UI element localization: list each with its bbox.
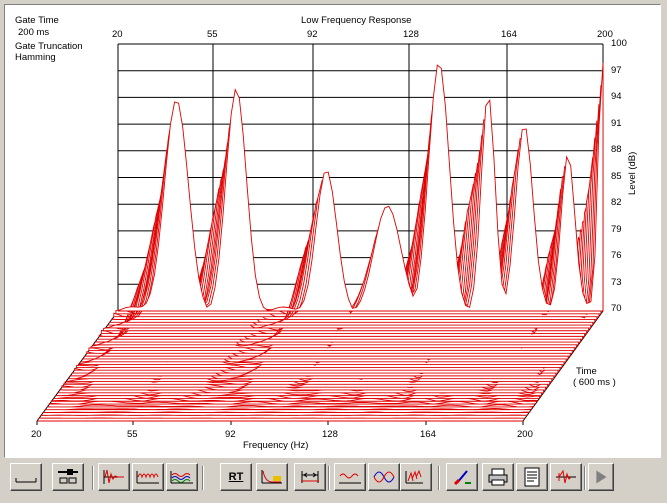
sine-wave-icon bbox=[373, 471, 395, 483]
toolbar: RT bbox=[4, 460, 663, 500]
level-tick-label: 94 bbox=[611, 91, 622, 102]
top-frequency-tick-label: 128 bbox=[403, 29, 419, 40]
top-frequency-tick-label: 20 bbox=[112, 29, 123, 40]
bottom-frequency-tick-label: 55 bbox=[127, 429, 138, 440]
multi-response-button[interactable] bbox=[166, 463, 198, 491]
bottom-frequency-tick-label: 92 bbox=[225, 429, 236, 440]
waterfall-plot bbox=[36, 43, 604, 425]
bottom-frequency-tick-label: 164 bbox=[420, 429, 436, 440]
speaker-icon bbox=[556, 469, 576, 484]
gate-time-label: Gate Time bbox=[15, 15, 59, 26]
decay-icon bbox=[261, 470, 282, 484]
palette-icon bbox=[453, 470, 471, 486]
level-tick-label: 100 bbox=[611, 38, 627, 49]
gate-marker-icon bbox=[301, 471, 319, 483]
time-axis-value: ( 600 ms ) bbox=[573, 377, 616, 388]
toolbar-separator bbox=[584, 466, 586, 490]
level-axis-label: Level (dB) bbox=[627, 151, 638, 195]
gate-truncation-value: Hamming bbox=[15, 52, 56, 63]
toolbar-separator bbox=[438, 466, 440, 490]
top-frequency-tick-label: 55 bbox=[207, 29, 218, 40]
waterfall-slice bbox=[44, 408, 532, 411]
waterfall-slice bbox=[46, 404, 534, 408]
level-tick-label: 88 bbox=[611, 144, 622, 155]
play-arrow-icon bbox=[596, 470, 607, 484]
bottom-frequency-tick-label: 20 bbox=[31, 429, 42, 440]
report-button[interactable] bbox=[516, 463, 548, 491]
level-tick-label: 91 bbox=[611, 117, 622, 129]
level-tick-label: 97 bbox=[611, 64, 622, 76]
frequency-axis-label: Frequency (Hz) bbox=[243, 440, 309, 451]
level-tick-label: 79 bbox=[611, 223, 622, 235]
waterfall-slices bbox=[37, 62, 604, 422]
gate-truncation-label: Gate Truncation bbox=[15, 41, 83, 52]
time-axis-label: Time bbox=[576, 366, 597, 377]
gate-time-value: 200 ms bbox=[18, 27, 50, 38]
top-frequency-tick-label: 164 bbox=[501, 29, 517, 40]
level-tick-label: 82 bbox=[611, 197, 622, 208]
document-icon bbox=[524, 467, 540, 487]
gate-marker-button[interactable] bbox=[294, 463, 326, 491]
frequency-response-icon bbox=[136, 471, 159, 484]
toolbar-separator bbox=[202, 466, 204, 490]
bottom-frequency-tick-label: 200 bbox=[517, 429, 533, 440]
response-curve-icon bbox=[339, 473, 361, 484]
level-tick-label: 70 bbox=[611, 303, 622, 314]
chart-title: Low Frequency Response bbox=[301, 15, 412, 26]
level-tick-label: 76 bbox=[611, 250, 622, 261]
slider-icon bbox=[58, 469, 78, 484]
decay-button[interactable] bbox=[256, 463, 288, 491]
rt-button[interactable]: RT bbox=[220, 463, 252, 491]
frequency-response-button[interactable] bbox=[132, 463, 164, 491]
baseline-button[interactable] bbox=[10, 463, 42, 491]
rt-button-label: RT bbox=[228, 471, 244, 483]
level-tick-label: 85 bbox=[611, 170, 622, 182]
waterfall-icon bbox=[405, 469, 423, 484]
toolbar-separator bbox=[92, 466, 94, 490]
print-button[interactable] bbox=[482, 463, 514, 491]
sine-wave-button[interactable] bbox=[368, 463, 400, 491]
bottom-frequency-tick-label: 128 bbox=[322, 429, 338, 440]
top-frequency-tick-label: 92 bbox=[307, 29, 318, 40]
impulse-button[interactable] bbox=[98, 463, 130, 491]
level-tick-label: 73 bbox=[611, 276, 622, 288]
impulse-icon bbox=[103, 469, 124, 484]
color-palette-button[interactable] bbox=[446, 463, 478, 491]
baseline-icon bbox=[15, 478, 37, 483]
waterfall-button[interactable] bbox=[400, 463, 432, 491]
next-button[interactable] bbox=[588, 463, 614, 491]
waterfall-slice bbox=[117, 62, 604, 312]
multi-response-icon bbox=[170, 471, 193, 484]
slider-settings-button[interactable] bbox=[52, 463, 84, 491]
waterfall-slice bbox=[42, 411, 530, 413]
response-curve-button[interactable] bbox=[334, 463, 366, 491]
toolbar-separator bbox=[328, 466, 330, 490]
printer-icon bbox=[488, 468, 508, 486]
speaker-button[interactable] bbox=[550, 463, 582, 491]
